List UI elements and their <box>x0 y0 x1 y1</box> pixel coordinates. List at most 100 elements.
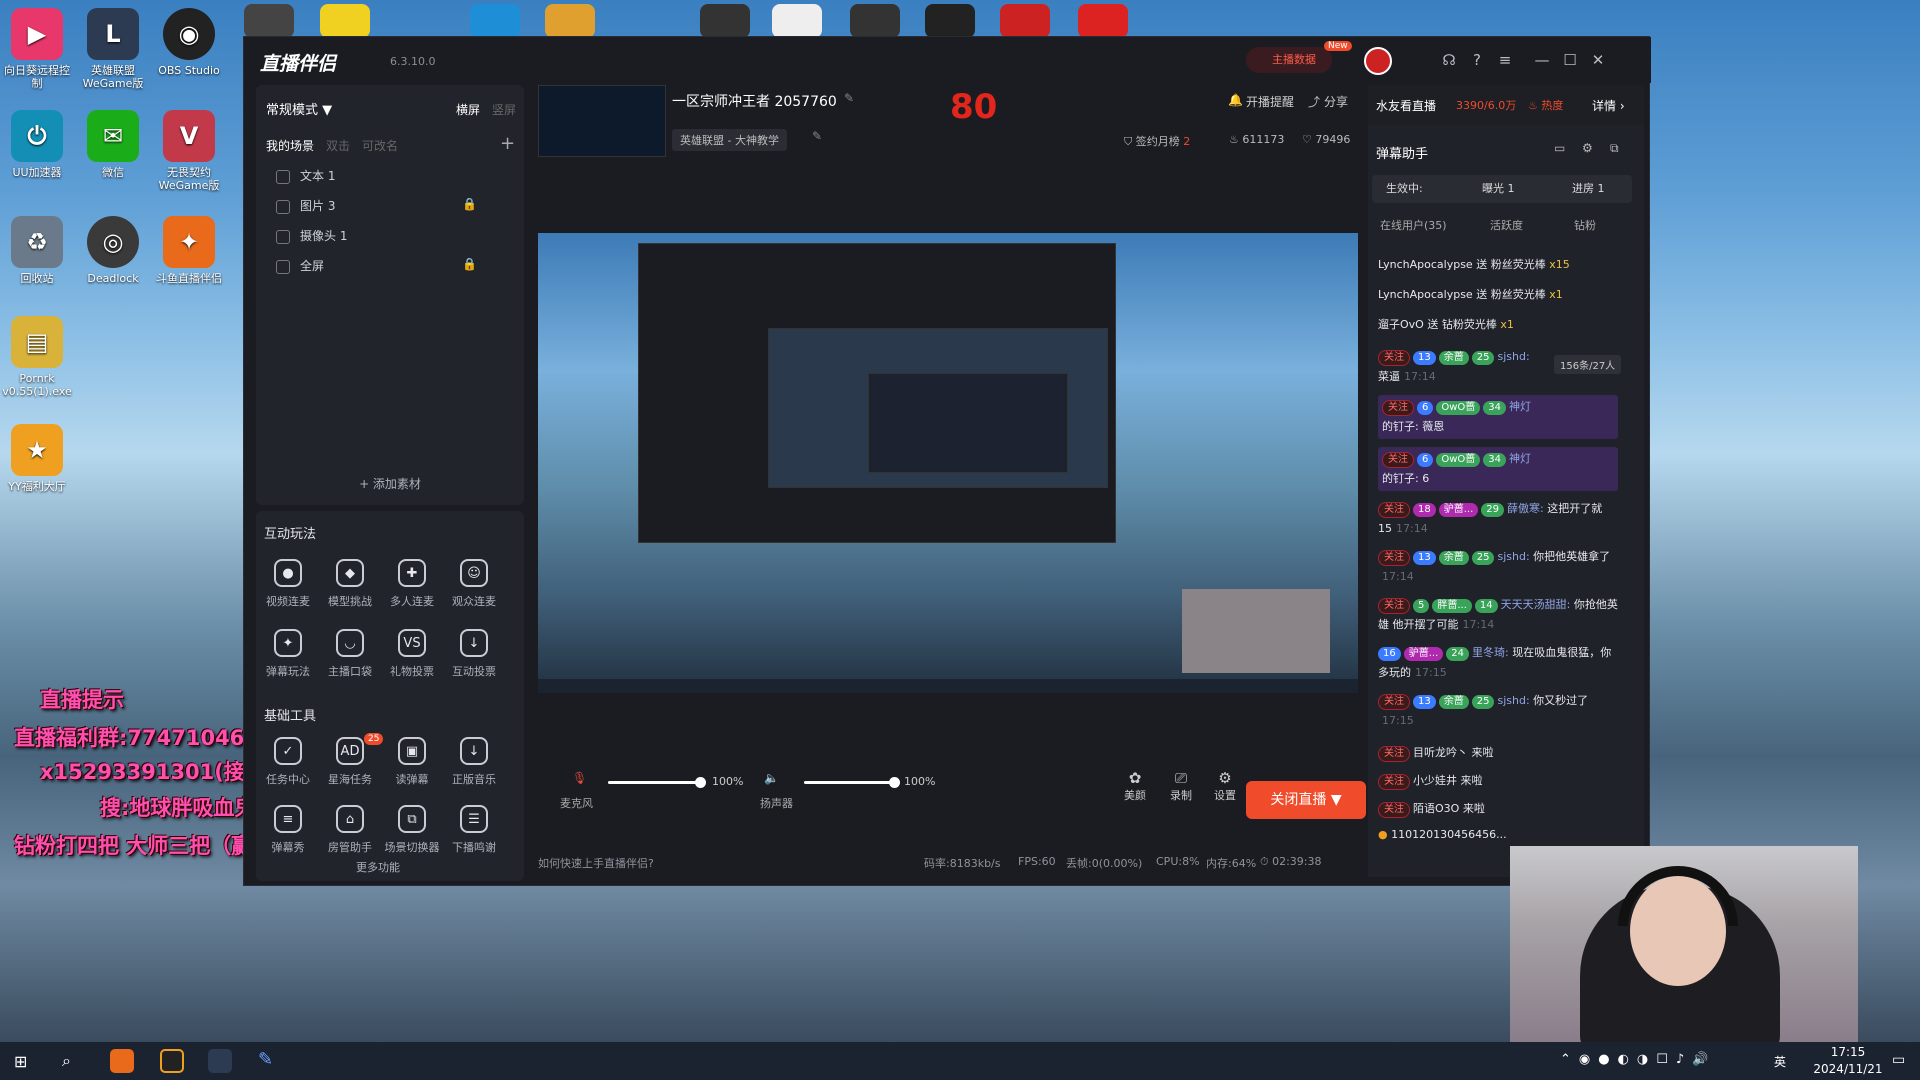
clock-date[interactable]: 2024/11/21 <box>1808 1062 1888 1076</box>
taskbar-top-icon-7[interactable] <box>850 4 900 38</box>
desktop-icon-deadlock[interactable]: ◎ Deadlock <box>76 216 150 285</box>
share-icon[interactable]: ⤴ <box>1308 93 1320 110</box>
sign-rank[interactable]: ⛉ 签约月榜 2 <box>1124 133 1190 149</box>
category-tag[interactable]: 英雄联盟 - 大神教学 <box>672 129 787 151</box>
remind-label[interactable]: 开播提醒 <box>1246 93 1294 110</box>
tab-online-users[interactable]: 在线用户(35) <box>1380 217 1447 233</box>
tool-video-link[interactable]: ● 视频连麦 <box>258 559 318 609</box>
taskbar-app-feather[interactable]: ✎ <box>258 1049 273 1070</box>
desktop-icon-uu[interactable]: ⏻ UU加速器 <box>0 110 74 179</box>
taskbar-top-icon-4[interactable] <box>545 4 595 38</box>
scene-item-text[interactable]: 文本 1 <box>276 167 335 184</box>
taskbar-top-icon-8[interactable] <box>925 4 975 38</box>
tool-thanks[interactable]: ☰ 下播鸣谢 <box>444 805 504 855</box>
tool-danmaku-play[interactable]: ✦ 弹幕玩法 <box>258 629 318 679</box>
scene-item-image[interactable]: 图片 3 <box>276 197 335 214</box>
microphone-icon[interactable]: 🎙 <box>572 771 587 785</box>
tool-danmaku-show[interactable]: ≡ 弹幕秀 <box>258 805 318 855</box>
desktop-icon-obs[interactable]: ◉ OBS Studio <box>152 8 226 77</box>
help-icon[interactable]: ? <box>1468 51 1486 69</box>
settings-icon[interactable]: ⚙ <box>1582 141 1593 155</box>
search-icon[interactable]: ⌕ <box>62 1051 71 1071</box>
tool-music[interactable]: ↓ 正版音乐 <box>444 737 504 787</box>
popout-icon[interactable]: ⧉ <box>1610 141 1619 156</box>
lock-icon[interactable]: 🔒 <box>462 197 477 211</box>
desktop-icon-recycle[interactable]: ♻ 回收站 <box>0 216 74 285</box>
add-material-button[interactable]: + 添加素材 <box>256 475 524 492</box>
scene-item-camera[interactable]: 摄像头 1 <box>276 227 347 244</box>
scene-item-fullscreen[interactable]: 全屏 <box>276 257 324 274</box>
avatar[interactable] <box>1364 47 1392 75</box>
lock-icon[interactable]: 🔒 <box>462 257 477 271</box>
taskbar-app-douyu[interactable] <box>110 1049 134 1073</box>
taskbar-top-icon-5[interactable] <box>700 4 750 38</box>
maximize-icon[interactable]: ☐ <box>1561 51 1579 69</box>
settings-button[interactable]: ⚙ 设置 <box>1210 769 1240 803</box>
orient-vertical[interactable]: 竖屏 <box>492 101 516 118</box>
tool-room-admin[interactable]: ⌂ 房管助手 <box>320 805 380 855</box>
mic-percent: 100% <box>712 775 744 788</box>
minimize-icon[interactable]: — <box>1533 51 1551 69</box>
tab-diamond-fans[interactable]: 钻粉 <box>1574 217 1596 233</box>
taskbar-app-lol[interactable] <box>208 1049 232 1073</box>
desktop-icon-lol[interactable]: L 英雄联盟WeGame版 <box>76 8 150 90</box>
share-label[interactable]: 分享 <box>1324 93 1348 110</box>
clock-time[interactable]: 17:15 <box>1818 1045 1878 1059</box>
speaker-volume-slider[interactable] <box>804 777 900 788</box>
taskbar-top-icon-3[interactable] <box>470 4 520 38</box>
tool-pocket[interactable]: ◡ 主播口袋 <box>320 629 380 679</box>
enter-message: 关注 小少娃井 来啦 <box>1378 771 1618 791</box>
edit-icon[interactable]: ✎ <box>844 91 854 105</box>
help-link[interactable]: 如何快速上手直播伴侣? <box>538 855 654 871</box>
tool-multi-link[interactable]: ✚ 多人连麦 <box>382 559 442 609</box>
start-icon[interactable]: ⊞ <box>14 1052 27 1071</box>
bell-icon[interactable]: 🔔 <box>1228 93 1243 107</box>
mic-volume-slider[interactable] <box>608 777 706 788</box>
desktop-icon-pornrk[interactable]: ▤ Pornrk v0.55(1).exe <box>0 316 74 398</box>
desktop-icon-valorant[interactable]: V 无畏契约WeGame版 <box>152 110 226 192</box>
tool-audience-link[interactable]: ☺ 观众连麦 <box>444 559 504 609</box>
ime-indicator[interactable]: 英 <box>1774 1053 1786 1070</box>
desktop-icon-yy[interactable]: ★ YY福利大厅 <box>0 424 74 493</box>
like-count: ♡ 79496 <box>1302 133 1351 146</box>
orient-horizontal[interactable]: 横屏 <box>456 101 480 118</box>
tray-icons[interactable]: ⌃◉●◐◑☐♪🔊 <box>1560 1052 1716 1067</box>
status-bar: 如何快速上手直播伴侣? 码率:8183kb/s FPS:60 丢帧:0(0.00… <box>538 847 1358 877</box>
taskbar-top-icon-6[interactable] <box>772 4 822 38</box>
tab-activity[interactable]: 活跃度 <box>1490 217 1523 233</box>
taskbar-top-icon-9[interactable] <box>1000 4 1050 38</box>
clipboard-icon[interactable]: ▭ <box>1554 141 1565 155</box>
notification-icon[interactable]: ▭ <box>1892 1052 1905 1068</box>
menu-icon[interactable]: ≡ <box>1496 51 1514 69</box>
tool-scene-switcher[interactable]: ⧉ 场景切换器 <box>382 805 442 855</box>
tool-model-challenge[interactable]: ◆ 模型挑战 <box>320 559 380 609</box>
tool-gift-vote[interactable]: VS 礼物投票 <box>382 629 442 679</box>
beauty-button[interactable]: ✿ 美颜 <box>1120 769 1150 803</box>
tool-interactive-vote[interactable]: ↓ 互动投票 <box>444 629 504 679</box>
detail-button[interactable]: 详情 › <box>1592 97 1625 114</box>
hot-label[interactable]: ♨ 热度 <box>1528 97 1563 113</box>
more-features[interactable]: 更多功能 <box>356 859 400 875</box>
desktop-icon-douyu[interactable]: ✦ 斗鱼直播伴侣 <box>152 216 226 285</box>
taskbar-top-icon-2[interactable] <box>320 4 370 38</box>
add-scene-icon[interactable]: + <box>500 133 515 154</box>
taskbar-top-icon-1[interactable] <box>244 4 294 38</box>
mode-selector[interactable]: 常规模式 ▼ <box>266 99 332 118</box>
room-cover-thumbnail[interactable] <box>538 85 666 157</box>
speaker-icon[interactable]: 🔈 <box>764 771 779 785</box>
close-icon[interactable]: ✕ <box>1589 51 1607 69</box>
stream-preview[interactable] <box>538 233 1358 693</box>
tab-my-scenes[interactable]: 我的场景 <box>266 137 314 154</box>
tool-read-danmaku[interactable]: ▣ 读弹幕 <box>382 737 442 787</box>
streamer-data-button[interactable]: 主播数据 <box>1246 47 1332 73</box>
taskbar-top-icon-10[interactable] <box>1078 4 1128 38</box>
taskbar-app-g[interactable] <box>160 1049 184 1073</box>
headset-icon[interactable]: ☊ <box>1440 51 1458 69</box>
overlay-line-4: 搜:地球胖吸血鬼 <box>100 796 256 820</box>
end-live-button[interactable]: 关闭直播 ▼ <box>1246 781 1366 819</box>
tool-task-center[interactable]: ✓ 任务中心 <box>258 737 318 787</box>
record-button[interactable]: ⎚ 录制 <box>1166 769 1196 803</box>
desktop-icon-wechat[interactable]: ✉ 微信 <box>76 110 150 179</box>
edit-icon[interactable]: ✎ <box>812 129 822 143</box>
desktop-icon-sunlogin[interactable]: ▶ 向日葵远程控制 <box>0 8 74 90</box>
